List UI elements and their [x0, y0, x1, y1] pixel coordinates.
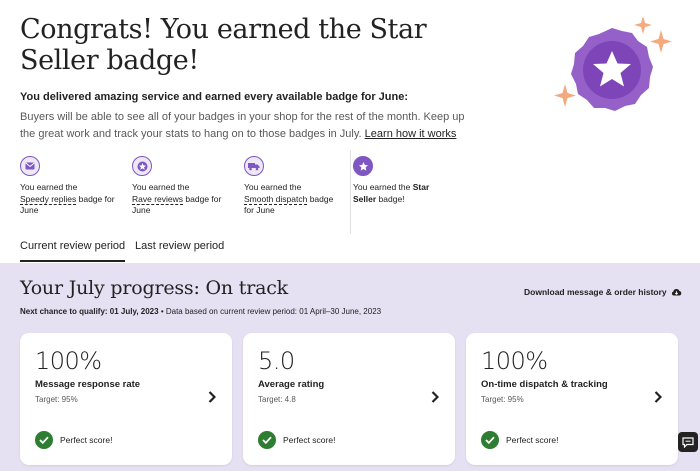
badge-prefix: You earned the: [132, 182, 190, 192]
badge-prefix: You earned the: [20, 182, 78, 192]
status-perfect-score: Perfect score!: [35, 431, 112, 449]
stat-label: On-time dispatch & tracking: [481, 379, 608, 390]
badge-star-seller: You earned the Star Seller badge!: [353, 156, 453, 205]
badge-prefix: You earned the: [244, 182, 302, 192]
star-seller-badge-illustration: [554, 16, 672, 111]
stat-target: Target: 95%: [35, 395, 78, 404]
stat-target: Target: 4.8: [258, 395, 296, 404]
stat-value: 100%: [481, 347, 548, 375]
card-message-response-rate[interactable]: 100% Message response rate Target: 95% P…: [20, 333, 232, 465]
page-title: Congrats! You earned the Star Seller bad…: [20, 14, 427, 76]
score-text: Perfect score!: [60, 435, 113, 445]
qualify-info: Next chance to qualify: 01 July, 2023 • …: [20, 307, 381, 316]
progress-title: Your July progress: On track: [20, 277, 288, 299]
badges-subhead: You delivered amazing service and earned…: [20, 91, 409, 103]
badge-divider: [350, 150, 351, 234]
stat-value: 100%: [35, 347, 102, 375]
card-on-time-dispatch[interactable]: 100% On-time dispatch & tracking Target:…: [466, 333, 678, 465]
download-history-button[interactable]: Download message & order history: [524, 287, 682, 297]
chevron-right-icon: [431, 391, 439, 403]
stat-label: Message response rate: [35, 379, 141, 390]
check-circle-icon: [481, 431, 499, 449]
congrats-section: Congrats! You earned the Star Seller bad…: [0, 0, 700, 263]
score-text: Perfect score!: [283, 435, 336, 445]
download-label: Download message & order history: [524, 287, 667, 297]
qualify-date: Next chance to qualify: 01 July, 2023: [20, 307, 159, 316]
check-circle-icon: [258, 431, 276, 449]
chat-bubble-icon: [682, 436, 694, 448]
cloud-download-icon: [671, 289, 681, 296]
progress-section: Your July progress: On track Download me…: [0, 263, 700, 471]
score-text: Perfect score!: [506, 435, 559, 445]
star-icon: [353, 156, 373, 176]
badges-description: Buyers will be able to see all of your b…: [20, 109, 470, 143]
status-perfect-score: Perfect score!: [481, 431, 558, 449]
badge-name: Speedy replies: [20, 193, 77, 205]
data-period: Data based on current review period: 01 …: [165, 307, 382, 316]
badge-smooth-dispatch: You earned the Smooth dispatch badge for…: [244, 156, 344, 217]
stat-label: Average rating: [258, 379, 325, 390]
rave-reviews-icon: [132, 156, 152, 176]
envelope-icon: [20, 156, 40, 176]
chevron-right-icon: [654, 391, 662, 403]
check-circle-icon: [35, 431, 53, 449]
chevron-right-icon: [208, 391, 216, 403]
tab-last-review-period[interactable]: Last review period: [135, 240, 224, 260]
badge-name: Smooth dispatch: [244, 193, 308, 205]
learn-how-it-works-link[interactable]: Learn how it works: [365, 128, 457, 140]
badge-suffix: badge!: [378, 193, 405, 204]
badge-speedy-replies: You earned the Speedy replies badge for …: [20, 156, 120, 217]
badge-name: Rave reviews: [132, 193, 184, 205]
stat-value: 5.0: [258, 347, 295, 375]
stat-target: Target: 95%: [481, 395, 524, 404]
badge-prefix: You earned the: [353, 182, 411, 192]
truck-icon: [244, 156, 264, 176]
chat-help-button[interactable]: [678, 432, 698, 452]
card-average-rating[interactable]: 5.0 Average rating Target: 4.8 Perfect s…: [243, 333, 455, 465]
badge-rave-reviews: You earned the Rave reviews badge for Ju…: [132, 156, 232, 217]
tab-current-review-period[interactable]: Current review period: [20, 240, 126, 262]
status-perfect-score: Perfect score!: [258, 431, 335, 449]
